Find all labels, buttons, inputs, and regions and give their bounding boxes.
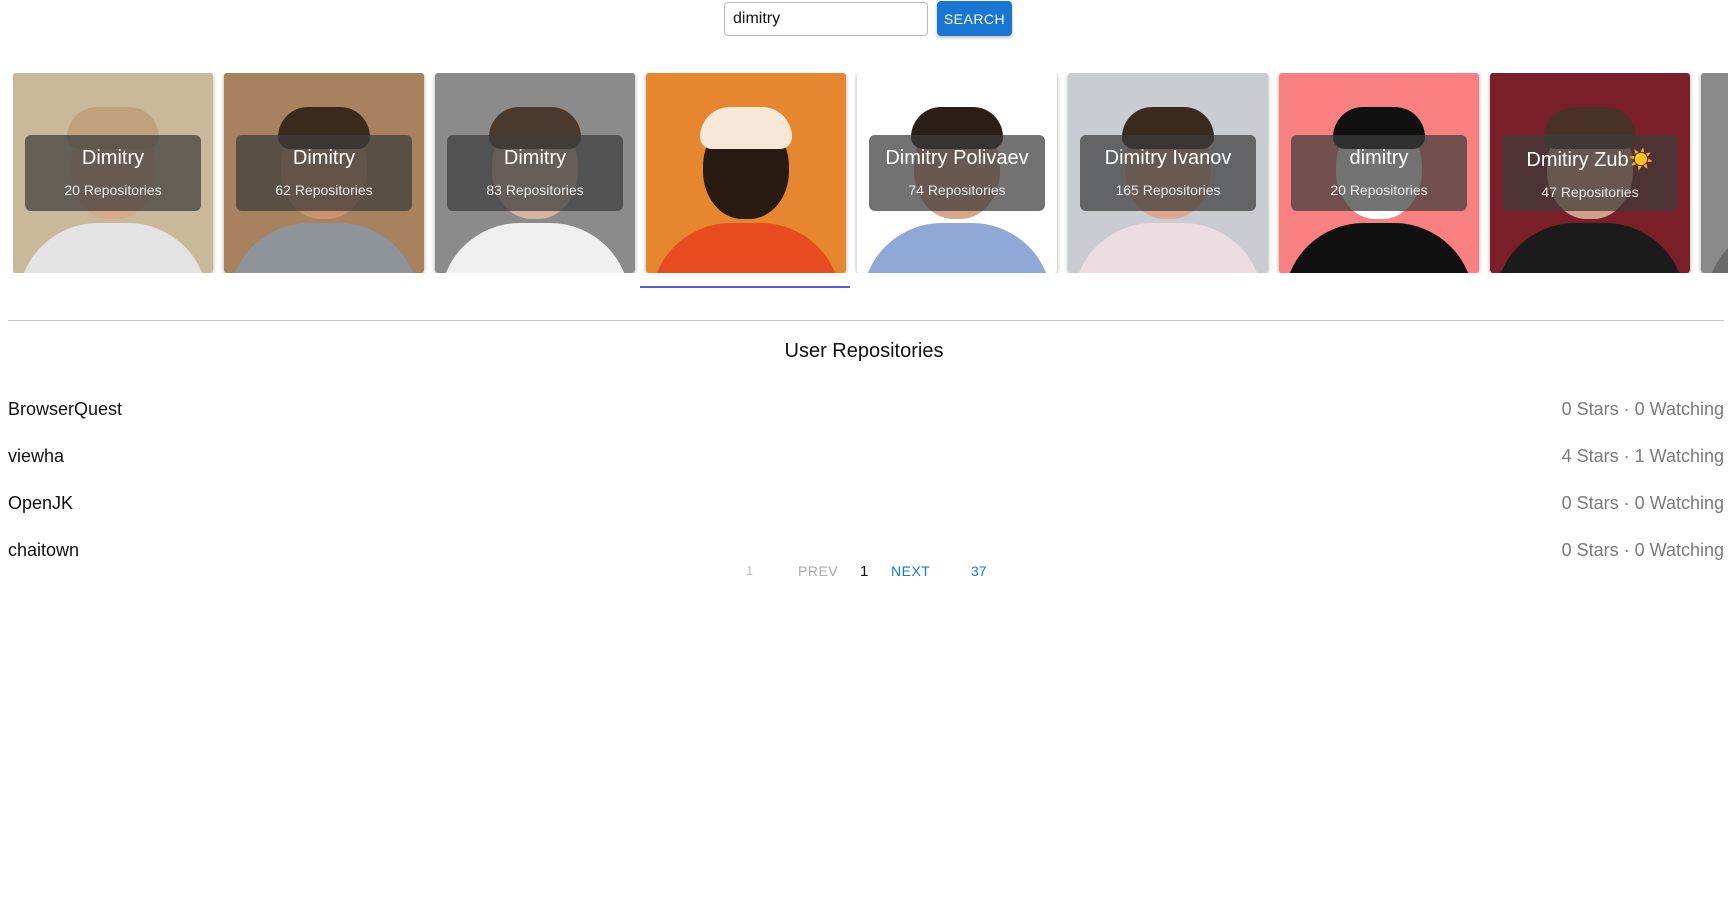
avatar <box>1701 73 1728 273</box>
user-card[interactable]: Dmitiry Zub☀️ 47 Repositories <box>1490 73 1690 273</box>
section-divider <box>8 320 1724 321</box>
repo-name[interactable]: chaitown <box>8 540 79 561</box>
user-card[interactable]: Dimitry Ivanov 165 Repositories <box>1068 73 1268 273</box>
user-name: Dimitry Ivanov <box>1104 147 1232 169</box>
search-bar: SEARCH <box>724 1 1012 36</box>
user-card[interactable]: Dimitry 62 Repositories <box>224 73 424 273</box>
repo-name[interactable]: viewha <box>8 446 64 467</box>
user-repo-count: 47 Repositories <box>1541 184 1639 200</box>
search-input[interactable] <box>724 1 928 36</box>
user-name: Dimitry <box>292 147 356 169</box>
user-name: Dimitry Polivaev <box>885 147 1029 169</box>
user-card[interactable] <box>646 73 846 273</box>
current-page: 1 <box>860 563 869 580</box>
section-title: User Repositories <box>784 340 944 362</box>
user-repo-count: 165 Repositories <box>1115 182 1221 198</box>
user-card[interactable]: Dimitry 20 Repositories <box>13 73 213 273</box>
prev-page-button[interactable]: PREV <box>798 563 838 579</box>
user-carousel: Dimitry 20 Repositories Dimitry 62 Reposito… <box>13 73 1728 273</box>
user-card-overlay: Dimitry 62 Repositories <box>236 135 412 211</box>
selected-card-indicator <box>640 286 850 288</box>
repo-stats: 0 Stars · 0 Watching <box>1561 540 1724 560</box>
user-card[interactable] <box>1701 73 1728 273</box>
pagination: 1 PREV 1 NEXT 37 <box>0 563 1728 583</box>
user-name: Dimitry <box>81 147 145 169</box>
user-card-overlay: Dimitry 20 Repositories <box>25 135 201 211</box>
user-card[interactable]: dimitry 20 Repositories <box>1279 73 1479 273</box>
user-card[interactable]: Dimitry Polivaev 74 Repositories <box>857 73 1057 273</box>
user-repo-count: 74 Repositories <box>908 182 1006 198</box>
user-card-overlay: Dmitiry Zub☀️ 47 Repositories <box>1502 135 1678 211</box>
repository-list: BrowserQuest 0 Stars · 0 Watching viewha 4 … <box>8 386 1724 574</box>
list-item: OpenJK 0 Stars · 0 Watching <box>8 480 1724 527</box>
user-repo-count: 20 Repositories <box>64 182 162 198</box>
list-item: BrowserQuest 0 Stars · 0 Watching <box>8 386 1724 433</box>
user-repo-count: 20 Repositories <box>1330 182 1428 198</box>
user-name: Dimitry <box>503 147 567 169</box>
repo-stats: 4 Stars · 1 Watching <box>1561 446 1724 466</box>
user-name: Dmitiry Zub☀️ <box>1526 149 1654 171</box>
repo-stats: 0 Stars · 0 Watching <box>1561 493 1724 513</box>
user-name: dimitry <box>1349 147 1409 169</box>
user-repo-count: 83 Repositories <box>486 182 584 198</box>
search-button[interactable]: SEARCH <box>937 1 1012 36</box>
repo-name[interactable]: BrowserQuest <box>8 399 122 420</box>
avatar <box>646 73 846 273</box>
page-last-button[interactable]: 37 <box>971 563 987 579</box>
user-card-overlay: Dimitry Ivanov 165 Repositories <box>1080 135 1256 211</box>
page-first-button[interactable]: 1 <box>746 563 753 578</box>
repo-name[interactable]: OpenJK <box>8 493 73 514</box>
list-item: viewha 4 Stars · 1 Watching <box>8 433 1724 480</box>
user-card-overlay: Dimitry Polivaev 74 Repositories <box>869 135 1045 211</box>
user-card-overlay: Dimitry 83 Repositories <box>447 135 623 211</box>
user-card[interactable]: Dimitry 83 Repositories <box>435 73 635 273</box>
user-card-overlay: dimitry 20 Repositories <box>1291 135 1467 211</box>
next-page-button[interactable]: NEXT <box>891 563 930 579</box>
user-repo-count: 62 Repositories <box>275 182 373 198</box>
repo-stats: 0 Stars · 0 Watching <box>1561 399 1724 419</box>
